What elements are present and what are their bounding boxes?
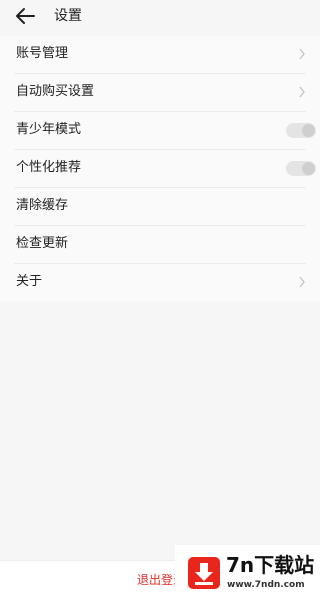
toggle-knob xyxy=(302,162,315,175)
settings-item-account[interactable]: 账号管理 xyxy=(14,36,306,74)
page-title: 设置 xyxy=(54,8,82,24)
arrow-left-icon[interactable] xyxy=(14,6,38,26)
chevron-right-icon xyxy=(299,276,305,288)
teen-mode-toggle[interactable] xyxy=(286,123,316,138)
settings-item-about[interactable]: 关于 xyxy=(14,264,306,301)
personalized-recommendation-toggle[interactable] xyxy=(286,161,316,176)
top-bar: 设置 xyxy=(0,0,320,33)
watermark-logo: 7n下载站 www.7ndn.com xyxy=(175,545,320,599)
watermark-url: www.7ndn.com xyxy=(227,580,305,590)
settings-item-check-update[interactable]: 检查更新 xyxy=(14,226,306,264)
settings-item-label: 青少年模式 xyxy=(16,122,82,137)
watermark-title: 7n下载站 xyxy=(226,553,315,577)
toggle-knob xyxy=(302,124,315,137)
settings-item-label: 账号管理 xyxy=(16,46,69,61)
settings-item-label: 自动购买设置 xyxy=(16,84,95,99)
settings-item-teen-mode: 青少年模式 xyxy=(14,112,316,150)
settings-item-clear-cache[interactable]: 清除缓存 xyxy=(14,188,306,226)
settings-item-personalized-recommendation: 个性化推荐 xyxy=(14,150,316,188)
settings-item-label: 关于 xyxy=(16,274,43,289)
chevron-right-icon xyxy=(299,48,305,60)
settings-list: 账号管理 自动购买设置 青少年模式 个性化推荐 清除缓存 检查更新 关于 xyxy=(0,36,320,301)
settings-item-label: 检查更新 xyxy=(16,236,69,251)
settings-item-auto-purchase[interactable]: 自动购买设置 xyxy=(14,74,306,112)
settings-item-label: 清除缓存 xyxy=(16,198,69,213)
download-arrow-icon xyxy=(195,563,213,585)
settings-item-label: 个性化推荐 xyxy=(16,160,82,175)
watermark-badge xyxy=(188,557,220,589)
chevron-right-icon xyxy=(299,86,305,98)
